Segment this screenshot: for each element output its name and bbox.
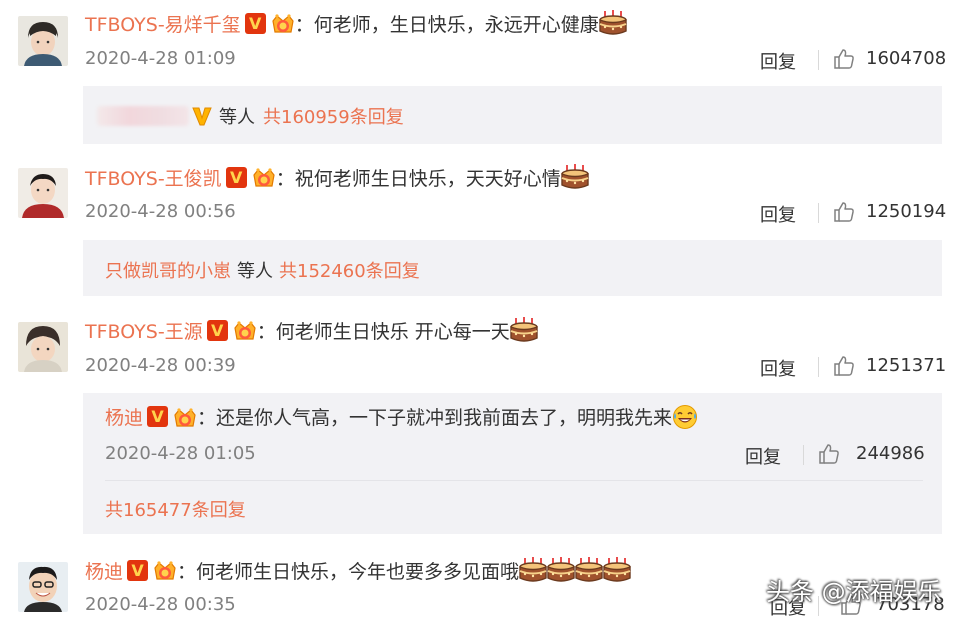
avatar[interactable]	[18, 562, 68, 612]
username-link[interactable]: TFBOYS-王源	[85, 317, 203, 344]
nested-like-count[interactable]: 244986	[856, 443, 925, 464]
comment-timestamp: 2020-4-28 00:39	[85, 355, 236, 376]
vip-badge-icon[interactable]: V	[225, 166, 247, 188]
crown-level-icon[interactable]	[153, 559, 177, 581]
username-link[interactable]: TFBOYS-易烊千玺	[85, 10, 241, 37]
crown-level-icon[interactable]	[271, 12, 295, 34]
crown-level-icon[interactable]	[173, 406, 197, 428]
comment-text: ：何老师，生日快乐，永远开心健康	[294, 13, 599, 36]
like-count[interactable]: 1251371	[866, 355, 946, 376]
comment-text: ：何老师生日快乐，今年也要多多见面哦	[177, 560, 520, 583]
cake-emoji	[575, 557, 603, 583]
sub-reply-line: 等人 共160959条回复	[97, 103, 404, 129]
etc-text: 等人	[237, 261, 273, 282]
laugh-cry-emoji	[672, 404, 698, 430]
comment-timestamp: 2020-4-28 01:09	[85, 48, 236, 69]
divider	[803, 445, 804, 465]
nested-reply-box: 杨迪 V ：还是你人气高，一下子就冲到我前面去了，明明我先来 2020-4-28…	[83, 393, 942, 534]
username-link[interactable]: TFBOYS-王俊凯	[85, 164, 222, 191]
like-count[interactable]: 1604708	[866, 48, 946, 69]
vip-badge-icon[interactable]: V	[147, 406, 169, 427]
sub-reply-summary[interactable]: 等人 共160959条回复	[83, 86, 942, 144]
blurred-username	[97, 106, 189, 126]
divider	[818, 50, 819, 70]
watermark: 头条 @添福娱乐	[766, 578, 942, 606]
avatar[interactable]	[18, 322, 68, 372]
divider	[818, 203, 819, 223]
sub-reply-summary[interactable]: 只做凯哥的小崽 等人 共152460条回复	[83, 240, 942, 296]
cake-emoji	[599, 10, 627, 36]
total-replies-link[interactable]: 共160959条回复	[263, 103, 404, 129]
crown-level-icon[interactable]	[233, 319, 257, 341]
etc-text: 等人	[219, 107, 255, 128]
reply-button[interactable]: 回复	[760, 48, 796, 74]
gold-v-icon	[191, 105, 213, 127]
thumbs-up-icon[interactable]	[833, 355, 855, 377]
vip-badge-icon[interactable]: V	[206, 319, 228, 341]
divider	[818, 357, 819, 377]
crown-level-icon[interactable]	[252, 166, 276, 188]
comment-text: ：何老师生日快乐 开心每一天	[256, 320, 510, 343]
avatar[interactable]	[18, 168, 68, 218]
comment-header: 杨迪 V ：何老师生日快乐，今年也要多多见面哦	[85, 555, 631, 585]
vip-badge-icon[interactable]: V	[127, 559, 149, 581]
cake-emoji	[519, 557, 547, 583]
cake-emoji	[510, 317, 538, 343]
cake-emoji	[603, 557, 631, 583]
vip-badge-icon[interactable]: V	[244, 12, 266, 34]
comment-timestamp: 2020-4-28 00:56	[85, 201, 236, 222]
nested-reply-text: ：还是你人气高，一下子就冲到我前面去了，明明我先来	[197, 407, 673, 429]
username-link[interactable]: 杨迪	[85, 557, 123, 584]
sub-reply-line: 只做凯哥的小崽 等人 共152460条回复	[105, 257, 420, 283]
like-count[interactable]: 1250194	[866, 201, 946, 222]
nested-reply-timestamp: 2020-4-28 01:05	[105, 443, 256, 464]
total-replies-link[interactable]: 共152460条回复	[279, 257, 420, 283]
thumbs-up-icon[interactable]	[818, 443, 840, 465]
thumbs-up-icon[interactable]	[833, 201, 855, 223]
nested-reply-button[interactable]: 回复	[745, 443, 781, 469]
comment-timestamp: 2020-4-28 00:35	[85, 594, 236, 615]
nested-username-link[interactable]: 杨迪	[105, 403, 143, 430]
nested-reply-header: 杨迪 V ：还是你人气高，一下子就冲到我前面去了，明明我先来	[105, 403, 698, 430]
sub-reply-username[interactable]: 只做凯哥的小崽	[105, 257, 231, 283]
thumbs-up-icon[interactable]	[833, 48, 855, 70]
avatar[interactable]	[18, 16, 68, 66]
comment-header: TFBOYS-易烊千玺 V ：何老师，生日快乐，永远开心健康	[85, 8, 627, 38]
comment-text: ：祝何老师生日快乐，天天好心情	[275, 167, 561, 190]
comment-header: TFBOYS-王俊凯 V ：祝何老师生日快乐，天天好心情	[85, 162, 589, 192]
weibo-comment-list: TFBOYS-易烊千玺 V ：何老师，生日快乐，永远开心健康 2020-4-28…	[0, 0, 961, 617]
comment-header: TFBOYS-王源 V ：何老师生日快乐 开心每一天	[85, 315, 538, 345]
cake-emoji	[561, 164, 589, 190]
reply-button[interactable]: 回复	[760, 355, 796, 381]
reply-button[interactable]: 回复	[760, 201, 796, 227]
divider	[105, 480, 923, 481]
cake-emoji	[547, 557, 575, 583]
total-replies-link[interactable]: 共165477条回复	[105, 496, 246, 522]
